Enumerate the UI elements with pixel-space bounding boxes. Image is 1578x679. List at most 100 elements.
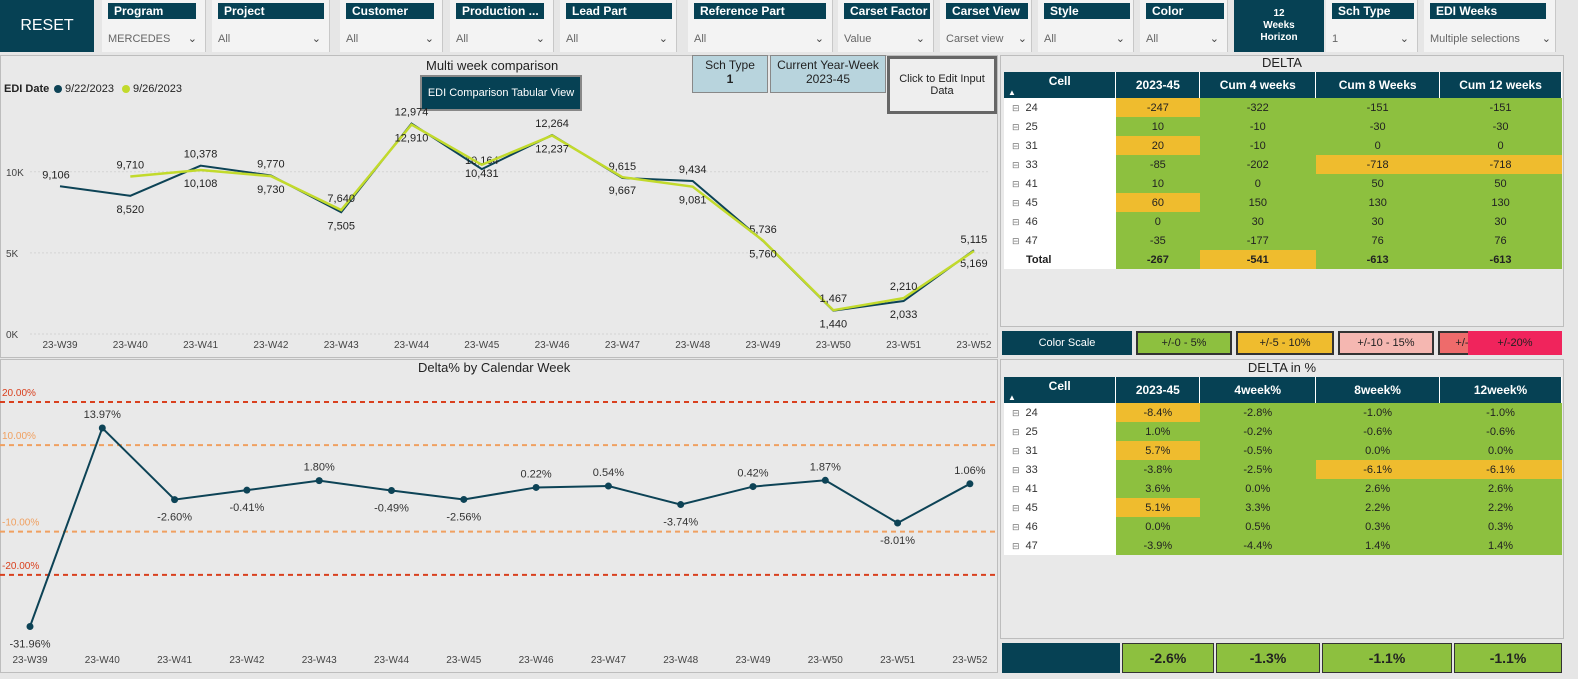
data-label: 0.54% (593, 467, 624, 479)
table-row[interactable]: ⊟ 47 -35 -177 76 76 (1004, 231, 1562, 250)
column-header-week[interactable]: 2023-45 (1115, 377, 1201, 403)
table-row[interactable]: ⊟ 31 5.7% -0.5% 0.0% 0.0% (1004, 441, 1562, 460)
slicer-color[interactable]: Color All ⌄ (1140, 0, 1228, 52)
value-cell: -85 (1115, 155, 1200, 174)
row-cell-label[interactable]: ⊟ 46 (1004, 212, 1116, 231)
row-cell-label[interactable]: ⊟ 33 (1004, 155, 1116, 174)
expand-icon[interactable]: ⊟ (1012, 236, 1020, 246)
expand-icon[interactable]: ⊟ (1012, 446, 1020, 456)
column-header-cum4[interactable]: Cum 4 weeks (1199, 72, 1317, 98)
column-header-8week[interactable]: 8week% (1315, 377, 1441, 403)
slicer-edi-weeks[interactable]: EDI Weeks Multiple selections ⌄ (1424, 0, 1556, 52)
row-cell-label[interactable]: ⊟ 33 (1004, 460, 1116, 479)
column-header-12week[interactable]: 12week% (1439, 377, 1562, 403)
reset-button[interactable]: RESET (0, 0, 94, 52)
slicer-style[interactable]: Style All ⌄ (1038, 0, 1134, 52)
table-row[interactable]: ⊟ 31 20 -10 0 0 (1004, 136, 1562, 155)
row-cell-label[interactable]: ⊟ 31 (1004, 441, 1116, 460)
data-label: 9,770 (257, 159, 285, 171)
row-cell-label[interactable]: ⊟ 41 (1004, 174, 1116, 193)
expand-icon[interactable]: ⊟ (1012, 160, 1020, 170)
cell-id: 41 (1025, 482, 1038, 495)
row-cell-label[interactable]: ⊟ 45 (1004, 193, 1116, 212)
expand-icon[interactable]: ⊟ (1012, 408, 1020, 418)
data-label: 1,440 (820, 319, 848, 331)
data-point (677, 501, 685, 509)
value-cell: -1.0% (1315, 403, 1440, 422)
slicer-carset-factor[interactable]: Carset Factor Value ⌄ (838, 0, 934, 52)
slicer-reference-part[interactable]: Reference Part All ⌄ (688, 0, 833, 52)
color-scale-label: Color Scale (1002, 331, 1132, 355)
row-cell-label[interactable]: ⊟ 25 (1004, 117, 1116, 136)
table-row[interactable]: ⊟ 33 -85 -202 -718 -718 (1004, 155, 1562, 174)
column-header-cum8[interactable]: Cum 8 Weeks (1315, 72, 1441, 98)
slicer-carset-view[interactable]: Carset View Carset view ⌄ (940, 0, 1032, 52)
data-label: 13.97% (84, 409, 122, 421)
value-cell: 10 (1115, 117, 1200, 136)
row-cell-label[interactable]: ⊟ 31 (1004, 136, 1116, 155)
data-label: 2,033 (890, 309, 918, 321)
table-row[interactable]: ⊟ 45 5.1% 3.3% 2.2% 2.2% (1004, 498, 1562, 517)
total-value: -613 (1315, 250, 1440, 269)
table-row[interactable]: ⊟ 47 -3.9% -4.4% 1.4% 1.4% (1004, 536, 1562, 555)
table-row[interactable]: ⊟ 25 1.0% -0.2% -0.6% -0.6% (1004, 422, 1562, 441)
data-label: -31.96% (10, 639, 51, 651)
table-row[interactable]: ⊟ 24 -247 -322 -151 -151 (1004, 98, 1562, 117)
table-row[interactable]: ⊟ 45 60 150 130 130 (1004, 193, 1562, 212)
row-cell-label[interactable]: ⊟ 25 (1004, 422, 1116, 441)
row-cell-label[interactable]: ⊟ 46 (1004, 517, 1116, 536)
expand-icon[interactable]: ⊟ (1012, 465, 1020, 475)
expand-icon[interactable]: ⊟ (1012, 427, 1020, 437)
slicer-label: Project (218, 3, 324, 19)
expand-icon[interactable]: ⊟ (1012, 179, 1020, 189)
row-cell-label[interactable]: ⊟ 45 (1004, 498, 1116, 517)
column-header-cell[interactable]: Cell ▲ (1004, 72, 1117, 98)
row-cell-label[interactable]: ⊟ 24 (1004, 403, 1116, 422)
cell-id: 25 (1025, 120, 1038, 133)
delta-table: Cell ▲ 2023-45 Cum 4 weeks Cum 8 Weeks Cu… (1004, 72, 1562, 269)
slicer-customer[interactable]: Customer All ⌄ (340, 0, 443, 52)
horizon-text: Weeks (1263, 20, 1295, 31)
slicer-program[interactable]: Program MERCEDES ⌄ (102, 0, 206, 52)
chevron-down-icon: ⌄ (915, 33, 925, 45)
expand-icon[interactable]: ⊟ (1012, 103, 1020, 113)
expand-icon[interactable]: ⊟ (1012, 141, 1020, 151)
row-cell-label[interactable]: ⊟ 24 (1004, 98, 1116, 117)
row-cell-label[interactable]: ⊟ 47 (1004, 231, 1116, 250)
value-cell: -2.5% (1199, 460, 1316, 479)
table-row[interactable]: ⊟ 46 0.0% 0.5% 0.3% 0.3% (1004, 517, 1562, 536)
weeks-horizon-button[interactable]: 12 Weeks Horizon (1234, 0, 1324, 52)
table-row[interactable]: ⊟ 41 3.6% 0.0% 2.6% 2.6% (1004, 479, 1562, 498)
expand-icon[interactable]: ⊟ (1012, 122, 1020, 132)
table-row[interactable]: ⊟ 25 10 -10 -30 -30 (1004, 117, 1562, 136)
row-cell-label[interactable]: ⊟ 47 (1004, 536, 1116, 555)
expand-icon[interactable]: ⊟ (1012, 198, 1020, 208)
table-row[interactable]: ⊟ 41 10 0 50 50 (1004, 174, 1562, 193)
x-tick-label: 23-W50 (808, 655, 843, 666)
data-label: 9,434 (679, 164, 707, 176)
column-header-cell[interactable]: Cell ▲ (1004, 377, 1117, 403)
expand-icon[interactable]: ⊟ (1012, 503, 1020, 513)
table-row[interactable]: ⊟ 24 -8.4% -2.8% -1.0% -1.0% (1004, 403, 1562, 422)
slicer-project[interactable]: Project All ⌄ (212, 0, 330, 52)
value-cell: -35 (1115, 231, 1200, 250)
column-header-week[interactable]: 2023-45 (1115, 72, 1201, 98)
row-cell-label[interactable]: ⊟ 41 (1004, 479, 1116, 498)
slicer-lead-part[interactable]: Lead Part All ⌄ (560, 0, 677, 52)
table-row[interactable]: ⊟ 33 -3.8% -2.5% -6.1% -6.1% (1004, 460, 1562, 479)
expand-icon[interactable]: ⊟ (1012, 541, 1020, 551)
column-header-cum12[interactable]: Cum 12 weeks (1439, 72, 1562, 98)
value-cell: -151 (1315, 98, 1440, 117)
slicer-production[interactable]: Production ... All ⌄ (450, 0, 554, 52)
table-row[interactable]: ⊟ 46 0 30 30 30 (1004, 212, 1562, 231)
expand-icon[interactable]: ⊟ (1012, 484, 1020, 494)
data-label: -0.41% (229, 502, 264, 514)
expand-icon[interactable]: ⊟ (1012, 217, 1020, 227)
expand-icon[interactable]: ⊟ (1012, 522, 1020, 532)
delta-pct-chart: 20.00% 10.00% -10.00% -20.00% 23-W39 23-W40 23… (0, 388, 998, 666)
column-header-4week[interactable]: 4week% (1199, 377, 1317, 403)
slicer-sch-type[interactable]: Sch Type 1 ⌄ (1326, 0, 1418, 52)
value-cell: -10 (1199, 117, 1316, 136)
cell-id: 24 (1025, 101, 1038, 114)
delta-pct-table: Cell ▲ 2023-45 4week% 8week% 12week% ⊟ 24 -… (1004, 377, 1562, 555)
